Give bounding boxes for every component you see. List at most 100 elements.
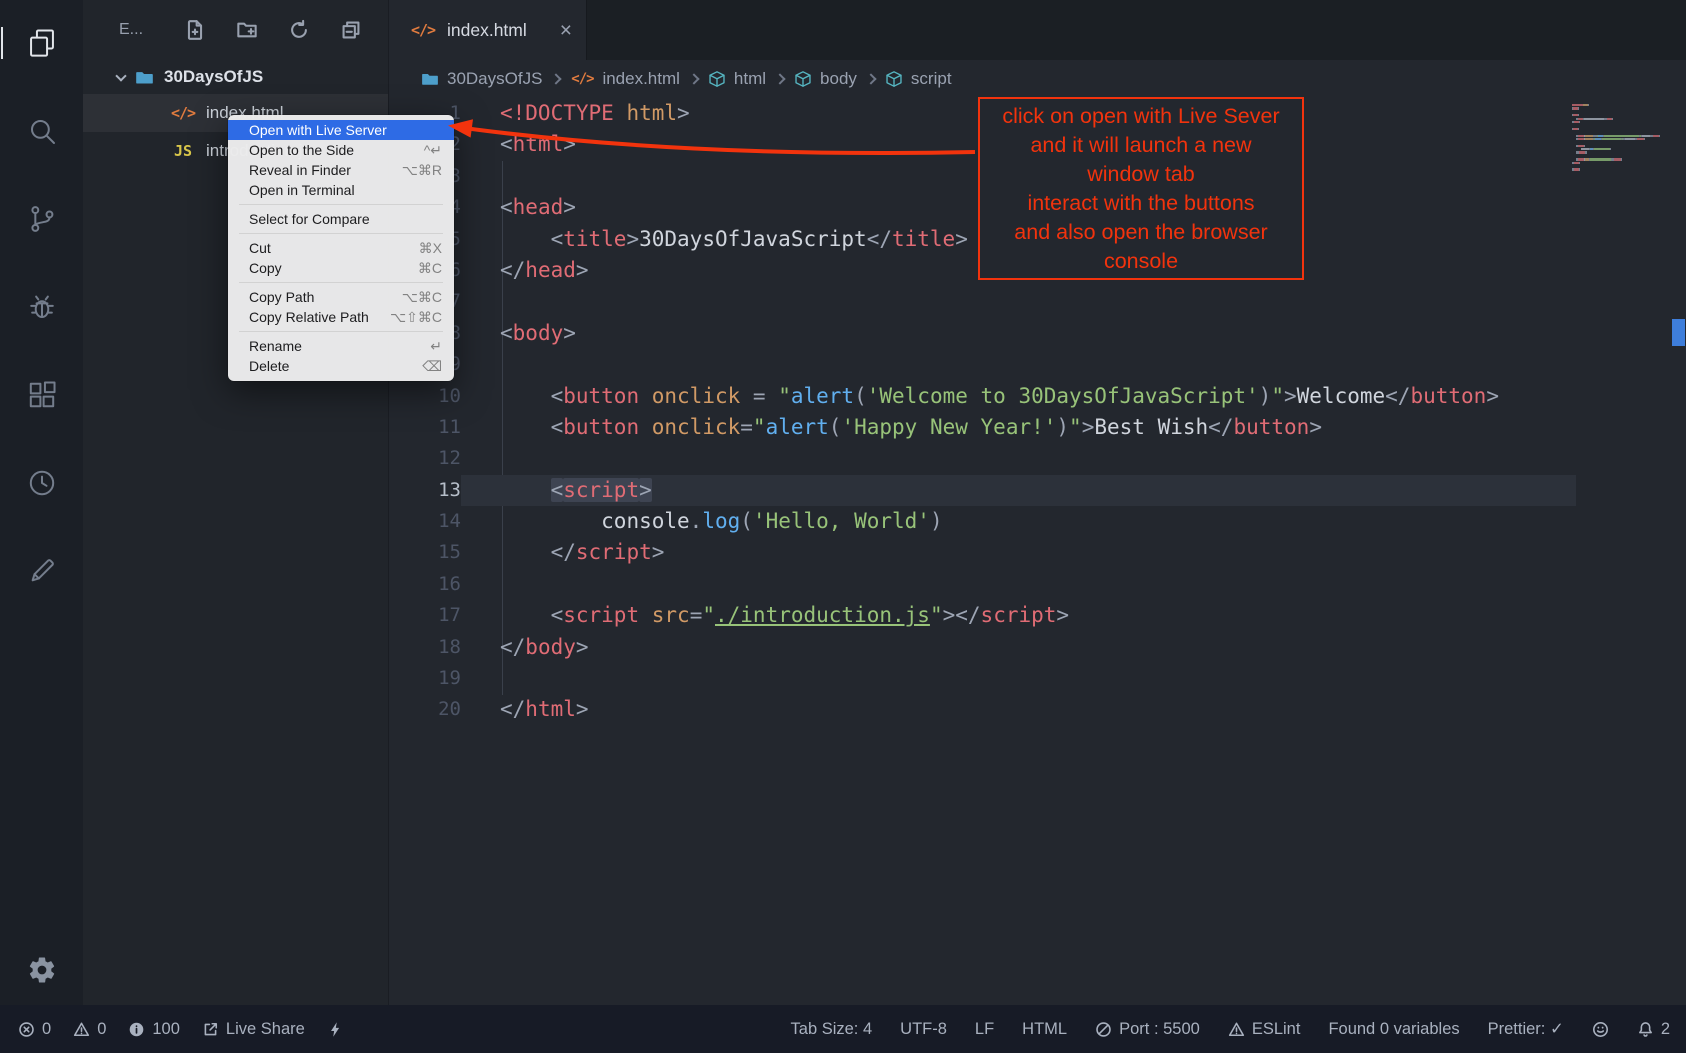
extension-clock-icon bbox=[26, 467, 58, 499]
code-token: < bbox=[500, 132, 513, 156]
folder-icon bbox=[135, 68, 154, 87]
breadcrumb-30daysofjs[interactable]: 30DaysOfJS bbox=[421, 69, 542, 89]
menu-item-reveal-in-finder[interactable]: Reveal in Finder⌥⌘R bbox=[228, 160, 454, 180]
code-token: console bbox=[601, 509, 690, 533]
menu-item-rename[interactable]: Rename↵ bbox=[228, 336, 454, 356]
code-line[interactable]: 9 bbox=[389, 349, 1686, 380]
code-token: head bbox=[525, 258, 576, 282]
menu-item-delete[interactable]: Delete⌫ bbox=[228, 356, 454, 376]
bolt-icon bbox=[327, 1021, 344, 1038]
code-token bbox=[500, 478, 551, 502]
breadcrumb-label: 30DaysOfJS bbox=[447, 69, 542, 89]
code-token: 30DaysOfJavaScript bbox=[639, 227, 867, 251]
code-line[interactable]: 7 bbox=[389, 286, 1686, 317]
activity-bar-extensions[interactable] bbox=[25, 378, 59, 412]
more-actions-button[interactable] bbox=[1642, 17, 1668, 43]
code-line[interactable]: 11 <button onclick="alert('Happy New Yea… bbox=[389, 412, 1686, 443]
activity-bar-extension-clock[interactable] bbox=[25, 466, 59, 500]
activity-bar-search[interactable] bbox=[25, 114, 59, 148]
line-number: 20 bbox=[389, 694, 461, 725]
status-live-share[interactable]: Live Share bbox=[202, 1020, 305, 1039]
breadcrumb-index-html[interactable]: </>index.html bbox=[570, 69, 679, 89]
status-tab-size[interactable]: Tab Size: 4 bbox=[791, 1020, 873, 1039]
code-line[interactable]: 15 </script> bbox=[389, 537, 1686, 568]
line-number: 19 bbox=[389, 663, 461, 694]
code-line[interactable]: 17 <script src="./introduction.js"></scr… bbox=[389, 600, 1686, 631]
code-token: </ bbox=[500, 697, 525, 721]
activity-bar-settings[interactable] bbox=[25, 953, 59, 987]
chevron-right-icon bbox=[551, 73, 562, 84]
menu-item-open-with-live-server[interactable]: Open with Live Server bbox=[228, 120, 454, 140]
status-variables[interactable]: Found 0 variables bbox=[1328, 1020, 1459, 1039]
code-line[interactable]: 14 console.log('Hello, World') bbox=[389, 506, 1686, 537]
code-token bbox=[500, 509, 601, 533]
status-eol[interactable]: LF bbox=[975, 1020, 994, 1039]
breadcrumb-html[interactable]: html bbox=[708, 69, 766, 89]
code-line[interactable]: 20</html> bbox=[389, 694, 1686, 725]
code-token: > bbox=[563, 321, 576, 345]
menu-item-copy-path[interactable]: Copy Path⌥⌘C bbox=[228, 287, 454, 307]
code-text: <button onclick="alert('Happy New Year!'… bbox=[461, 412, 1576, 443]
chevron-right-icon bbox=[865, 73, 876, 84]
folder-row-30daysofjs[interactable]: 30DaysOfJS bbox=[83, 60, 388, 94]
refresh-button[interactable] bbox=[288, 19, 310, 41]
code-token: src bbox=[652, 603, 690, 627]
status-label: UTF-8 bbox=[900, 1020, 947, 1039]
new-folder-button[interactable] bbox=[236, 19, 258, 41]
code-line[interactable]: 12 bbox=[389, 443, 1686, 474]
code-line[interactable]: 16 bbox=[389, 569, 1686, 600]
status-language-mode[interactable]: HTML bbox=[1022, 1020, 1067, 1039]
code-token: ( bbox=[854, 384, 867, 408]
activity-bar-explorer[interactable] bbox=[25, 26, 59, 60]
split-editor-button[interactable] bbox=[1590, 17, 1616, 43]
activity-bar-source-control[interactable] bbox=[25, 202, 59, 236]
menu-item-copy-relative-path[interactable]: Copy Relative Path⌥⇧⌘C bbox=[228, 307, 454, 327]
status-info-count[interactable]: 100 bbox=[128, 1020, 180, 1039]
overview-ruler[interactable] bbox=[1670, 98, 1686, 1005]
chevron-right-icon bbox=[774, 73, 785, 84]
status-notifications[interactable]: 2 bbox=[1637, 1020, 1670, 1039]
collapse-all-button[interactable] bbox=[340, 19, 362, 41]
html-file-icon: </> bbox=[570, 71, 594, 87]
menu-item-cut[interactable]: Cut⌘X bbox=[228, 238, 454, 258]
status-port[interactable]: Port : 5500 bbox=[1095, 1020, 1200, 1039]
code-line[interactable]: 18</body> bbox=[389, 632, 1686, 663]
status-eslint[interactable]: ESLint bbox=[1228, 1020, 1301, 1039]
code-text: <script> bbox=[461, 475, 1576, 506]
status-encoding[interactable]: UTF-8 bbox=[900, 1020, 947, 1039]
status-feedback[interactable] bbox=[1592, 1021, 1609, 1038]
live-share-icon bbox=[202, 1021, 219, 1038]
code-line[interactable]: 19 bbox=[389, 663, 1686, 694]
status-quick-bolt[interactable] bbox=[327, 1021, 344, 1038]
code-text bbox=[461, 443, 1576, 474]
code-line[interactable]: 8<body> bbox=[389, 318, 1686, 349]
activity-bar-run-debug[interactable] bbox=[25, 290, 59, 324]
code-line[interactable]: 13 <script> bbox=[389, 475, 1686, 506]
minimap[interactable] bbox=[1572, 104, 1668, 172]
code-token: html bbox=[513, 132, 564, 156]
status-problems-warnings[interactable]: 0 bbox=[73, 1020, 106, 1039]
status-bar: 0 0 100 Live Share Tab Size: 4 UTF-8 LF HTML Po… bbox=[0, 1005, 1686, 1053]
menu-item-label: Copy bbox=[249, 258, 402, 278]
menu-item-open-in-terminal[interactable]: Open in Terminal bbox=[228, 180, 454, 200]
new-file-button[interactable] bbox=[184, 19, 206, 41]
status-problems-errors[interactable]: 0 bbox=[18, 1020, 51, 1039]
menu-item-open-to-the-side[interactable]: Open to the Side^↵ bbox=[228, 140, 454, 160]
breadcrumb-body[interactable]: body bbox=[794, 69, 857, 89]
more-actions-icon bbox=[1642, 17, 1668, 43]
line-number: 11 bbox=[389, 412, 461, 443]
breadcrumb-label: script bbox=[911, 69, 952, 89]
breadcrumb-script[interactable]: script bbox=[885, 69, 952, 89]
code-line[interactable]: 10 <button onclick = "alert('Welcome to … bbox=[389, 381, 1686, 412]
menu-item-copy[interactable]: Copy⌘C bbox=[228, 258, 454, 278]
code-token: . bbox=[690, 509, 703, 533]
menu-item-select-for-compare[interactable]: Select for Compare bbox=[228, 209, 454, 229]
tab-close-icon[interactable]: × bbox=[560, 20, 572, 41]
status-label: LF bbox=[975, 1020, 994, 1039]
activity-bar-extension-pen[interactable] bbox=[25, 554, 59, 588]
menu-item-shortcut: ⌥⌘C bbox=[402, 287, 442, 307]
code-token: " bbox=[702, 603, 715, 627]
status-prettier[interactable]: Prettier: ✓ bbox=[1488, 1019, 1564, 1039]
tab-index-html[interactable]: </> index.html × bbox=[389, 0, 587, 60]
menu-item-label: Cut bbox=[249, 238, 403, 258]
